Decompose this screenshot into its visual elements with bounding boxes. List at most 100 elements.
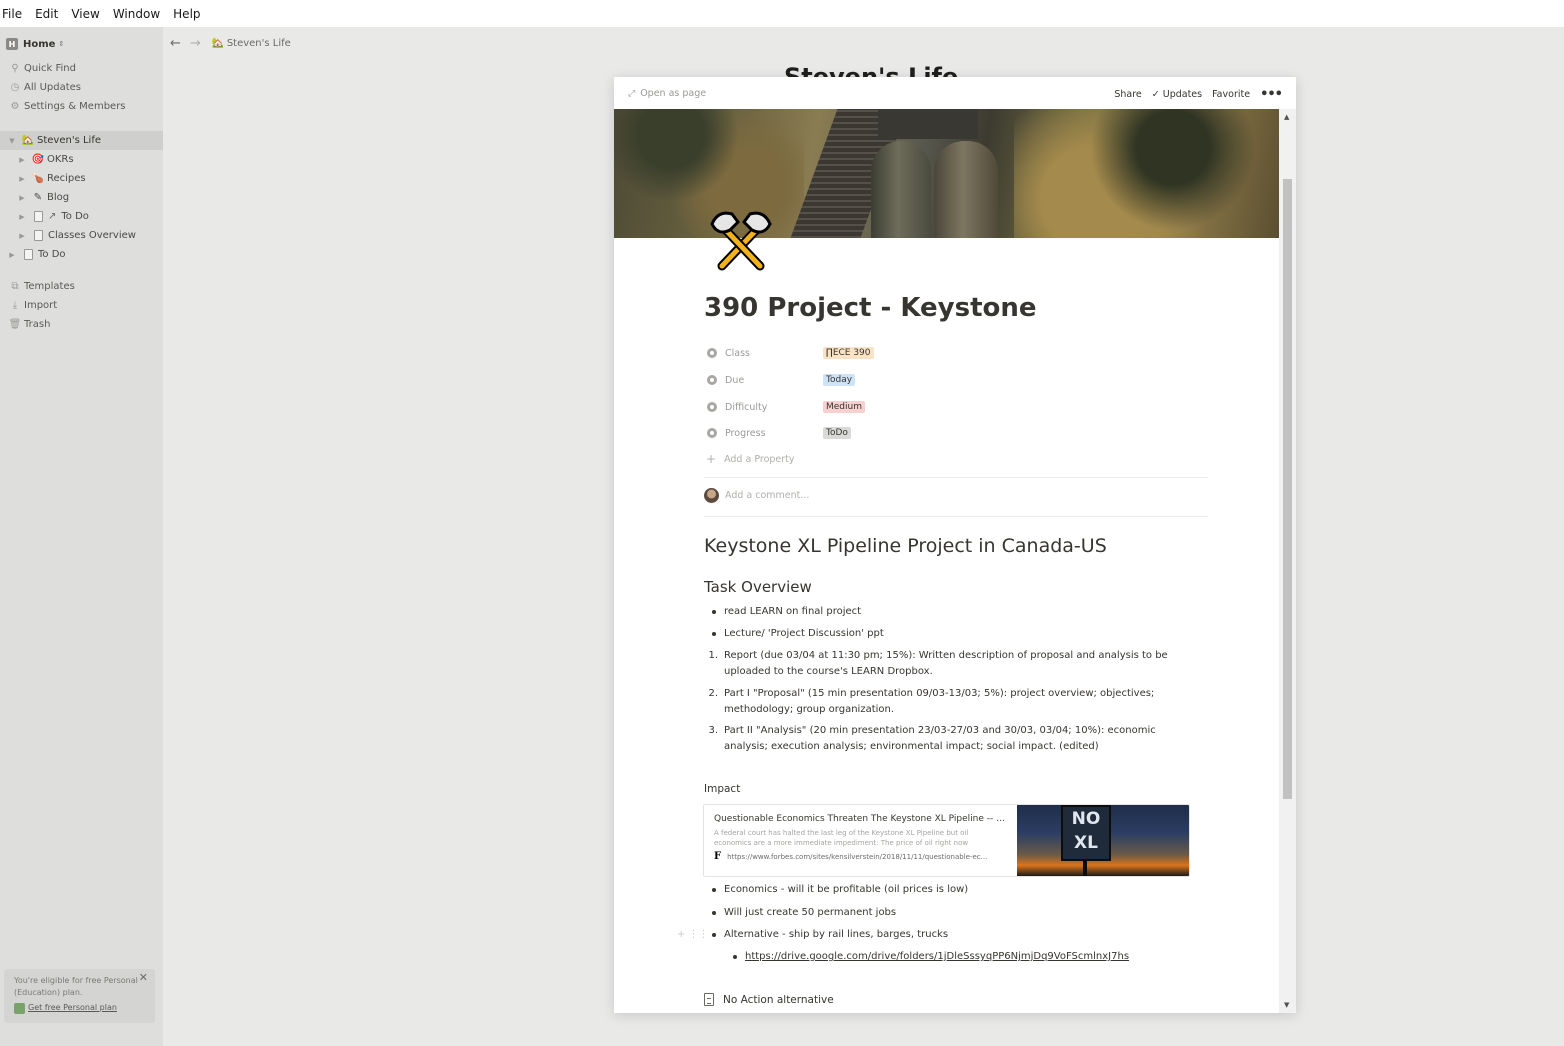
bullet-text: Economics - will it be profitable (oil p… <box>724 884 969 895</box>
close-icon[interactable]: ✕ <box>139 972 148 984</box>
bullet-dot <box>712 632 716 636</box>
sidebar-item-import[interactable]: ⤓ Import <box>0 296 163 315</box>
gear-icon: ⚙ <box>10 101 20 112</box>
toggle-closed-icon[interactable]: ▶ <box>18 156 26 164</box>
numbered-item[interactable]: 3. Part II "Analysis" (20 min presentati… <box>704 723 1174 755</box>
add-property-button[interactable]: + Add a Property <box>706 452 795 466</box>
sidebar-page-classes-overview[interactable]: ▶ Classes Overview <box>0 226 163 245</box>
subpage-link[interactable]: No Action alternative <box>704 993 834 1006</box>
sidebar: H Home ⇕ ⚲ Quick Find ◷ All Updates ⚙ Se… <box>0 27 163 1046</box>
sidebar-page-todo-link[interactable]: ▶ ↗ To Do <box>0 207 163 226</box>
sidebar-item-all-updates[interactable]: ◷ All Updates <box>0 78 163 97</box>
sign-line-2: XL <box>1074 833 1098 853</box>
sign-pole <box>1083 861 1087 876</box>
bullet-item[interactable]: Will just create 50 permanent jobs <box>704 905 1174 921</box>
notebook-icon: ∏ <box>826 348 833 358</box>
property-value[interactable]: Medium <box>823 401 865 413</box>
property-progress[interactable]: Progress ToDo <box>704 423 1208 443</box>
add-property-label: Add a Property <box>724 453 795 465</box>
property-value[interactable]: Today <box>823 374 856 386</box>
bullet-dot <box>733 955 737 959</box>
property-class[interactable]: Class ∏ECE 390 <box>704 343 1208 363</box>
more-options-icon[interactable]: ••• <box>1260 87 1283 102</box>
sidebar-page-label: To Do <box>38 249 66 260</box>
sidebar-page-blog[interactable]: ▶ ✎ Blog <box>0 188 163 207</box>
sign-line-1: NO <box>1071 809 1101 829</box>
nested-bullet-item[interactable]: https://drive.google.com/drive/folders/1… <box>725 949 1195 965</box>
promo-link[interactable]: Get free Personal plan <box>14 1002 145 1014</box>
promo-text: You're eligible for free Personal (Educa… <box>14 976 138 997</box>
favorite-button[interactable]: Favorite <box>1212 89 1250 100</box>
bullet-text: Lecture/ 'Project Discussion' ppt <box>724 628 884 639</box>
property-value[interactable]: ToDo <box>823 427 851 439</box>
property-difficulty[interactable]: Difficulty Medium <box>704 397 1208 417</box>
bullet-item[interactable]: Economics - will it be profitable (oil p… <box>704 882 1174 898</box>
toggle-closed-icon[interactable]: ▶ <box>18 232 26 240</box>
drive-link[interactable]: https://drive.google.com/drive/folders/1… <box>745 949 1129 965</box>
list-number: 1. <box>708 650 718 661</box>
cover-pipe <box>871 141 931 238</box>
heading-2[interactable]: Task Overview <box>704 578 812 596</box>
property-name: Class <box>725 347 750 359</box>
numbered-item[interactable]: 2. Part I "Proposal" (15 min presentatio… <box>704 686 1174 718</box>
scrollbar[interactable]: ▲ ▼ <box>1279 109 1296 1013</box>
bullet-dot <box>712 933 716 937</box>
toggle-closed-icon[interactable]: ▶ <box>18 175 26 183</box>
heading-1[interactable]: Keystone XL Pipeline Project in Canada-U… <box>704 535 1107 557</box>
hammer-pick-icon[interactable] <box>708 208 774 274</box>
workspace-name: Home <box>23 38 56 50</box>
page-title[interactable]: 390 Project - Keystone <box>704 293 1037 323</box>
open-as-page-button[interactable]: ⤢ Open as page <box>628 88 706 99</box>
sidebar-item-trash[interactable]: 🗑 Trash <box>0 315 163 334</box>
sidebar-page-stevens-life[interactable]: ▼ 🏡 Steven's Life <box>0 131 163 150</box>
promo-card: ✕ You're eligible for free Personal (Edu… <box>4 969 155 1023</box>
bookmark-description: A federal court has halted the last leg … <box>714 829 969 847</box>
breadcrumb[interactable]: Steven's Life <box>227 38 291 49</box>
bullet-text: read LEARN on final project <box>724 606 862 617</box>
bullet-item[interactable]: Lecture/ 'Project Discussion' ppt <box>704 626 1174 642</box>
cover-tunnel <box>878 109 978 139</box>
menu-edit[interactable]: Edit <box>35 7 58 21</box>
plus-icon: + <box>706 452 717 466</box>
scrollbar-thumb[interactable] <box>1283 179 1292 799</box>
sidebar-page-label: Blog <box>47 192 70 203</box>
scroll-down-icon[interactable]: ▼ <box>1284 1001 1289 1009</box>
bullet-text: Will just create 50 permanent jobs <box>724 907 897 918</box>
bullet-dot <box>712 888 716 892</box>
impact-label[interactable]: Impact <box>704 783 740 795</box>
property-icon <box>707 428 717 438</box>
numbered-item[interactable]: 1. Report (due 03/04 at 11:30 pm; 15%): … <box>704 648 1174 680</box>
sidebar-page-recipes[interactable]: ▶ 🍗 Recipes <box>0 169 163 188</box>
back-arrow-icon[interactable]: ← <box>170 36 181 51</box>
workspace-switcher[interactable]: H Home ⇕ <box>6 36 64 52</box>
menu-file[interactable]: File <box>2 7 22 21</box>
bullet-item[interactable]: Alternative - ship by rail lines, barges… <box>704 927 1174 943</box>
web-bookmark[interactable]: Questionable Economics Threaten The Keys… <box>703 804 1190 877</box>
menu-window[interactable]: Window <box>113 7 160 21</box>
bullet-item[interactable]: read LEARN on final project <box>704 604 1174 620</box>
sidebar-page-todo[interactable]: ▶ To Do <box>0 245 163 264</box>
sidebar-item-quick-find[interactable]: ⚲ Quick Find <box>0 59 163 78</box>
menubar: File Edit View Window Help <box>0 0 1564 27</box>
numbered-text: Report (due 03/04 at 11:30 pm; 15%): Wri… <box>724 650 1168 677</box>
sidebar-item-label: Templates <box>24 281 75 292</box>
sidebar-item-templates[interactable]: ⧉ Templates <box>0 277 163 296</box>
property-due[interactable]: Due Today <box>704 370 1208 390</box>
property-tag[interactable]: ∏ECE 390 <box>823 347 874 359</box>
scroll-up-icon[interactable]: ▲ <box>1284 113 1289 121</box>
bookmark-image: NO XL <box>1017 805 1189 876</box>
toggle-closed-icon[interactable]: ▶ <box>8 251 16 259</box>
bookmark-title: Questionable Economics Threaten The Keys… <box>714 814 1007 824</box>
forward-arrow-icon[interactable]: → <box>190 36 201 51</box>
sidebar-item-settings[interactable]: ⚙ Settings & Members <box>0 97 163 116</box>
toggle-closed-icon[interactable]: ▶ <box>18 213 26 221</box>
sidebar-page-okrs[interactable]: ▶ 🎯 OKRs <box>0 150 163 169</box>
drumstick-icon: 🍗 <box>31 173 45 184</box>
updates-button[interactable]: ✓ Updates <box>1152 89 1202 100</box>
menu-view[interactable]: View <box>71 7 99 21</box>
toggle-closed-icon[interactable]: ▶ <box>18 194 26 202</box>
toggle-open-icon[interactable]: ▼ <box>8 137 16 145</box>
share-button[interactable]: Share <box>1114 89 1141 100</box>
comment-input[interactable]: Add a comment... <box>704 488 809 503</box>
menu-help[interactable]: Help <box>173 7 200 21</box>
